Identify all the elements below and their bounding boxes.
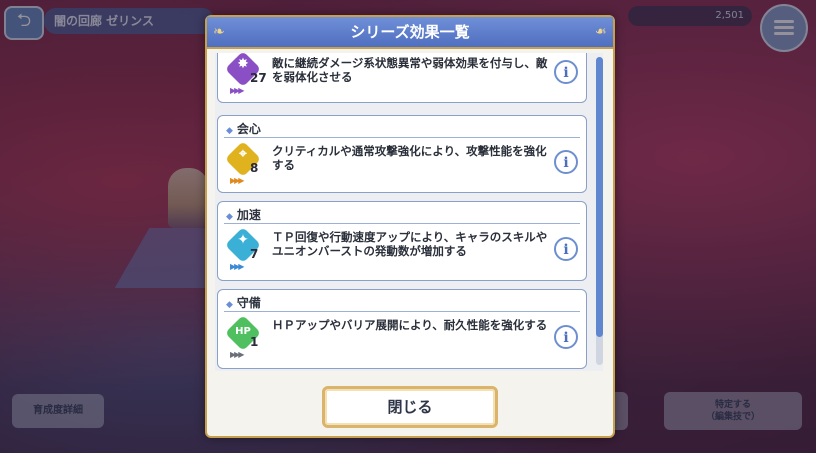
effect-title: 加速 [226, 206, 261, 223]
effect-card-debuff: ✸ 27 ▶▶▶ 敵に継続ダメージ系状態異常や弱体効果を付与し、敵を弱体化させる… [217, 53, 587, 103]
info-button[interactable]: i [554, 60, 578, 84]
icon-glyph: ⌖ [239, 146, 247, 162]
rank-arrows-icon: ▶▶▶ [230, 86, 245, 95]
effect-description: 敵に継続ダメージ系状態異常や弱体効果を付与し、敵を弱体化させる [272, 56, 548, 84]
info-button[interactable]: i [554, 150, 578, 174]
sparkle-icon: ✦ 7 ▶▶▶ [224, 226, 266, 272]
effect-description: ＨＰアップやバリア展開により、耐久性能を強化する [272, 318, 548, 332]
effect-count: 1 [250, 335, 259, 349]
scrollbar[interactable] [596, 57, 603, 365]
icon-glyph: ✸ [237, 56, 249, 72]
effect-card-defense: 守備 HP 1 ▶▶▶ ＨＰアップやバリア展開により、耐久性能を強化する i [217, 289, 587, 369]
effect-description: ＴＰ回復や行動速度アップにより、キャラのスキルやユニオンバーストの発動数が増加す… [272, 230, 548, 258]
effect-count: 7 [250, 247, 259, 261]
icon-glyph: ✦ [237, 232, 249, 248]
effect-count: 8 [250, 161, 259, 175]
scrollbar-thumb[interactable] [596, 57, 603, 337]
info-button[interactable]: i [554, 237, 578, 261]
divider [224, 223, 580, 224]
hp-shield-icon: HP 1 ▶▶▶ [224, 314, 266, 360]
effects-list[interactable]: ✸ 27 ▶▶▶ 敵に継続ダメージ系状態異常や弱体効果を付与し、敵を弱体化させる… [215, 53, 603, 371]
crosshair-icon: ⌖ 8 ▶▶▶ [224, 140, 266, 186]
effect-count: 27 [250, 71, 267, 85]
rank-arrows-icon: ▶▶▶ [230, 176, 245, 185]
dialog-title: シリーズ効果一覧 [207, 17, 613, 49]
divider [224, 137, 580, 138]
effect-card-acceleration: 加速 ✦ 7 ▶▶▶ ＴＰ回復や行動速度アップにより、キャラのスキルやユニオンバ… [217, 201, 587, 281]
series-effects-dialog: シリーズ効果一覧 ✸ 27 ▶▶▶ 敵に継続ダメージ系状態異常や弱体効果を付与し… [205, 15, 615, 438]
close-button[interactable]: 閉じる [322, 386, 498, 428]
rank-arrows-icon: ▶▶▶ [230, 350, 245, 359]
effect-description: クリティカルや通常攻撃強化により、攻撃性能を強化する [272, 144, 547, 172]
divider [224, 311, 580, 312]
effect-title: 守備 [226, 294, 261, 311]
debuff-star-icon: ✸ 27 ▶▶▶ [224, 53, 267, 96]
effect-title: 会心 [226, 120, 261, 137]
info-button[interactable]: i [554, 325, 578, 349]
effect-card-critical: 会心 ⌖ 8 ▶▶▶ クリティカルや通常攻撃強化により、攻撃性能を強化する i [217, 115, 587, 193]
rank-arrows-icon: ▶▶▶ [230, 262, 245, 271]
